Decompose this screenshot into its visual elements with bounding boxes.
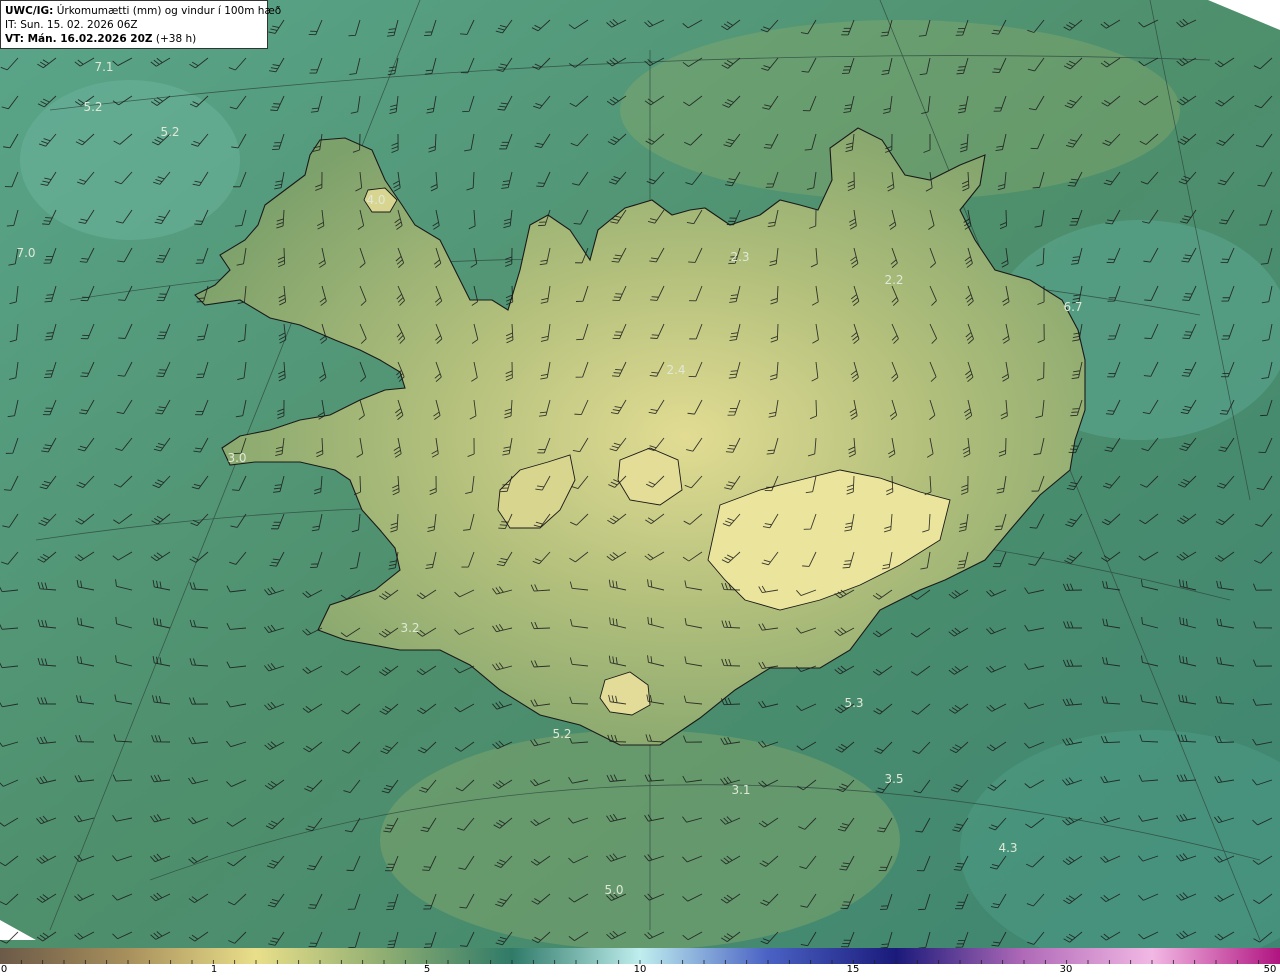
sea-patch [380, 730, 900, 948]
map-value-label: 5.2 [83, 100, 103, 114]
map-header: UWC/IG: Úrkomumætti (mm) og vindur í 100… [0, 0, 281, 49]
weather-map: UWC/IG: Úrkomumætti (mm) og vindur í 100… [0, 0, 1280, 978]
colorbar-tick-label: 0 [0, 964, 8, 975]
colorbar-tick-label: 50 [1263, 964, 1277, 975]
init-time: IT: Sun. 15. 02. 2026 06Z [5, 19, 138, 31]
map-value-label: 2.2 [884, 273, 904, 287]
title-line: UWC/IG: Úrkomumætti (mm) og vindur í 100… [5, 4, 281, 18]
colorbar-tick-label: 1 [210, 964, 218, 975]
model-label: UWC/IG: [5, 5, 54, 17]
valid-offset: (+38 h) [155, 33, 197, 45]
map-value-label: 2.4 [666, 363, 686, 377]
map-value-label: 5.2 [552, 727, 572, 741]
map-value-label: 6.7 [1063, 300, 1083, 314]
colorbar-tick-label: 30 [1059, 964, 1073, 975]
map-value-label: 5.3 [844, 696, 864, 710]
map-value-label: 4.3 [998, 841, 1018, 855]
map-canvas [0, 0, 1280, 948]
colorbar-tick-label: 5 [423, 964, 431, 975]
map-value-label: 3.2 [400, 621, 420, 635]
map-value-label: 7.1 [94, 60, 114, 74]
colorbar-tick-label: 10 [633, 964, 647, 975]
map-title: Úrkomumætti (mm) og vindur í 100m hæð [56, 5, 282, 17]
color-bar [0, 948, 1280, 964]
map-value-label: 5.2 [160, 125, 180, 139]
map-value-label: 3.0 [227, 451, 247, 465]
map-value-label: 3.5 [884, 772, 904, 786]
valid-time-line: VT: Mán. 16.02.2026 20Z (+38 h) [5, 32, 263, 46]
map-value-label: 3.1 [731, 783, 751, 797]
colorbar-tick-label: 15 [846, 964, 860, 975]
valid-time: VT: Mán. 16.02.2026 20Z [5, 33, 153, 45]
map-value-label: 5.0 [604, 883, 624, 897]
map-value-label: 2.3 [730, 250, 750, 264]
map-value-label: 4.0 [366, 193, 386, 207]
map-value-label: 7.0 [16, 246, 36, 260]
